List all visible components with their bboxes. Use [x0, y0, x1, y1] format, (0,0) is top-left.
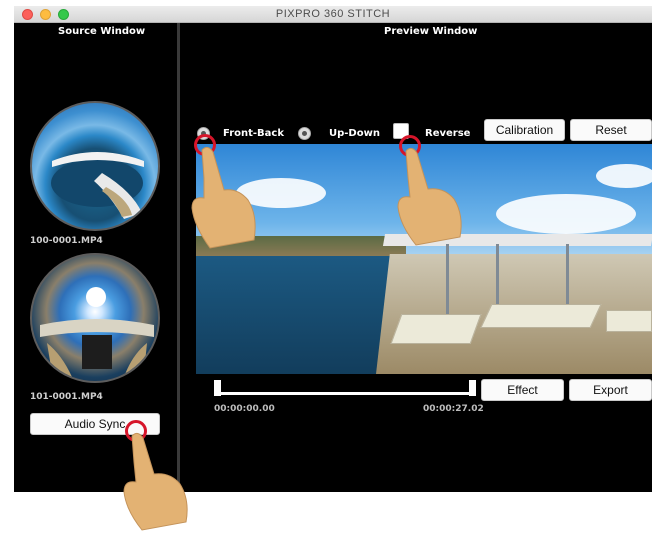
pointing-hand-icon	[191, 146, 256, 249]
reverse-label: Reverse	[425, 128, 471, 139]
source-window-title: Source Window	[58, 26, 146, 37]
end-time: 00:00:27.02	[423, 404, 484, 414]
source-file-1-name: 100-0001.MP4	[30, 236, 103, 246]
up-down-label: Up-Down	[329, 128, 380, 139]
panel-divider[interactable]	[177, 23, 180, 492]
reset-button[interactable]: Reset	[570, 119, 652, 141]
export-button[interactable]: Export	[569, 379, 652, 401]
window-title: PIXPRO 360 STITCH	[275, 8, 391, 20]
effect-button[interactable]: Effect	[481, 379, 564, 401]
source-thumbnail-1[interactable]	[30, 101, 160, 231]
trim-end-handle[interactable]	[469, 380, 476, 396]
pointing-hand-icon	[397, 147, 462, 246]
front-back-label: Front-Back	[223, 128, 284, 139]
calibration-button[interactable]: Calibration	[484, 119, 565, 141]
app-window: PIXPRO 360 STITCH Source Window 100-0001…	[14, 6, 652, 492]
pointing-hand-icon	[123, 432, 188, 531]
up-down-radio[interactable]	[298, 127, 311, 140]
title-bar: PIXPRO 360 STITCH	[14, 6, 652, 23]
source-thumbnail-2[interactable]	[30, 253, 160, 383]
preview-window-title: Preview Window	[384, 26, 478, 37]
start-time: 00:00:00.00	[214, 404, 275, 414]
timeline-track[interactable]	[217, 392, 474, 395]
source-file-2-name: 101-0001.MP4	[30, 392, 103, 402]
